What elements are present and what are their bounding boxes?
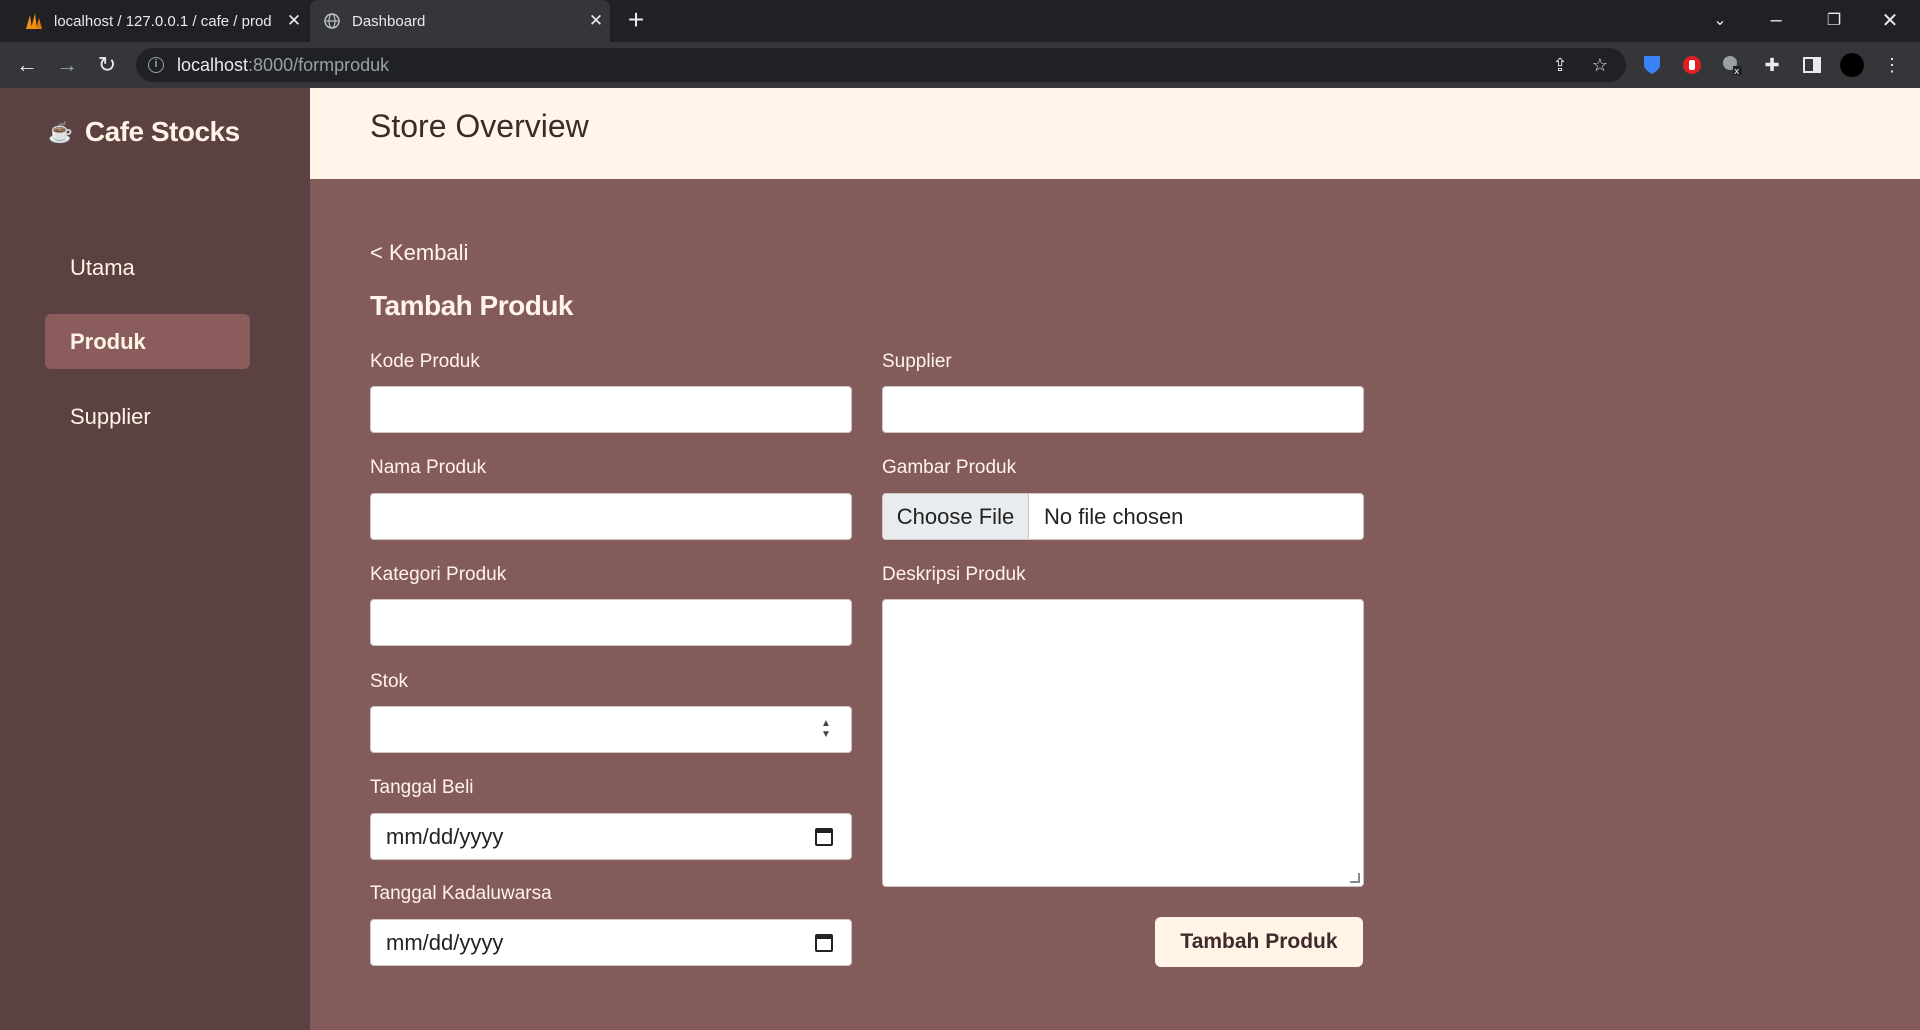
tab-title: Dashboard [352, 12, 426, 30]
restore-button[interactable]: ❐ [1812, 0, 1856, 40]
close-window-button[interactable]: ✕ [1868, 0, 1912, 40]
share-icon[interactable]: ⇪ [1548, 53, 1572, 77]
resize-handle-icon[interactable] [1350, 873, 1360, 883]
calendar-icon[interactable] [815, 934, 833, 952]
sidebar-item-label: Utama [70, 254, 135, 280]
stok-number-input[interactable]: ▲ ▼ [370, 706, 852, 753]
globe-icon [322, 11, 342, 31]
browser-tab-bar: localhost / 127.0.0.1 / cafe / prod ✕ Da… [0, 0, 1920, 42]
bitwarden-extension-icon[interactable] [1640, 53, 1664, 77]
menu-kebab-icon[interactable]: ⋮ [1880, 53, 1904, 77]
supplier-label: Supplier [882, 351, 952, 372]
puzzle-extensions-icon[interactable]: ✚ [1760, 53, 1784, 77]
bookmark-star-icon[interactable]: ☆ [1588, 53, 1612, 77]
page-title: Store Overview [370, 108, 589, 144]
url-text: localhost:8000/formproduk [177, 55, 390, 75]
close-tab-icon[interactable]: ✕ [280, 11, 308, 31]
close-tab-icon[interactable]: ✕ [582, 11, 610, 31]
tanggal-kadaluwarsa-input[interactable]: mm/dd/yyyy [370, 919, 852, 966]
tanggal-beli-input[interactable]: mm/dd/yyyy [370, 813, 852, 860]
nama-produk-label: Nama Produk [370, 457, 487, 478]
kategori-produk-label: Kategori Produk [370, 564, 507, 585]
file-status-text: No file chosen [1044, 503, 1184, 529]
browser-toolbar: ← → ↻ i localhost:8000/formproduk ⇪ ☆ x … [0, 42, 1920, 88]
coffee-cup-icon: ☕ [48, 121, 73, 144]
kategori-produk-input[interactable] [370, 599, 852, 646]
adblock-extension-icon[interactable] [1680, 53, 1704, 77]
new-tab-button[interactable]: + [622, 6, 650, 34]
calendar-icon[interactable] [815, 828, 833, 846]
forward-arrow-icon[interactable]: → [52, 50, 82, 80]
stok-label: Stok [370, 671, 409, 692]
reload-icon[interactable]: ↻ [92, 50, 122, 80]
kode-produk-input[interactable] [370, 386, 852, 433]
deskripsi-produk-textarea[interactable] [882, 599, 1364, 887]
tab-title: localhost / 127.0.0.1 / cafe / prod [54, 12, 272, 30]
extension-icon[interactable]: x [1720, 53, 1744, 77]
tambah-produk-button[interactable]: Tambah Produk [1155, 917, 1363, 967]
brand-logo[interactable]: ☕ Cafe Stocks [48, 116, 240, 148]
nama-produk-input[interactable] [370, 493, 852, 540]
tanggal-kadaluwarsa-label: Tanggal Kadaluwarsa [370, 883, 552, 904]
back-arrow-icon[interactable]: ← [12, 50, 42, 80]
choose-file-button[interactable]: Choose File [883, 494, 1029, 539]
address-bar[interactable]: i localhost:8000/formproduk ⇪ ☆ [136, 48, 1626, 82]
form-title: Tambah Produk [370, 290, 574, 321]
gambar-produk-file-input[interactable]: Choose File No file chosen [882, 493, 1364, 540]
page-header: Store Overview [310, 88, 1920, 179]
side-panel-icon[interactable] [1800, 53, 1824, 77]
sidebar: ☕ Cafe Stocks Utama Produk Supplier [0, 88, 310, 1030]
brand-name: Cafe Stocks [84, 116, 240, 147]
deskripsi-produk-label: Deskripsi Produk [882, 564, 1026, 585]
browser-tab-phpmyadmin[interactable]: localhost / 127.0.0.1 / cafe / prod ✕ [12, 0, 308, 42]
back-link[interactable]: < Kembali [370, 240, 468, 266]
sidebar-item-label: Produk [70, 328, 146, 354]
gambar-produk-label: Gambar Produk [882, 457, 1017, 478]
main-content: Store Overview < Kembali Tambah Produk K… [310, 88, 1920, 1030]
site-info-icon[interactable]: i [148, 57, 164, 73]
date-placeholder: mm/dd/yyyy [386, 929, 504, 955]
sidebar-item-utama[interactable]: Utama [45, 240, 250, 295]
svg-text:x: x [1734, 67, 1740, 76]
kode-produk-label: Kode Produk [370, 351, 480, 372]
sidebar-item-supplier[interactable]: Supplier [45, 389, 250, 444]
tanggal-beli-label: Tanggal Beli [370, 777, 474, 798]
sidebar-item-produk[interactable]: Produk [45, 314, 250, 369]
browser-tab-dashboard[interactable]: Dashboard ✕ [310, 0, 610, 42]
profile-avatar[interactable] [1840, 53, 1864, 77]
phpmyadmin-icon [24, 11, 44, 31]
date-placeholder: mm/dd/yyyy [386, 823, 504, 849]
tab-search-icon[interactable]: ⌄ [1700, 0, 1740, 40]
number-spinner-icon[interactable]: ▲ ▼ [819, 718, 833, 742]
sidebar-item-label: Supplier [70, 403, 151, 429]
supplier-input[interactable] [882, 386, 1364, 433]
minimize-button[interactable]: – [1756, 0, 1796, 40]
